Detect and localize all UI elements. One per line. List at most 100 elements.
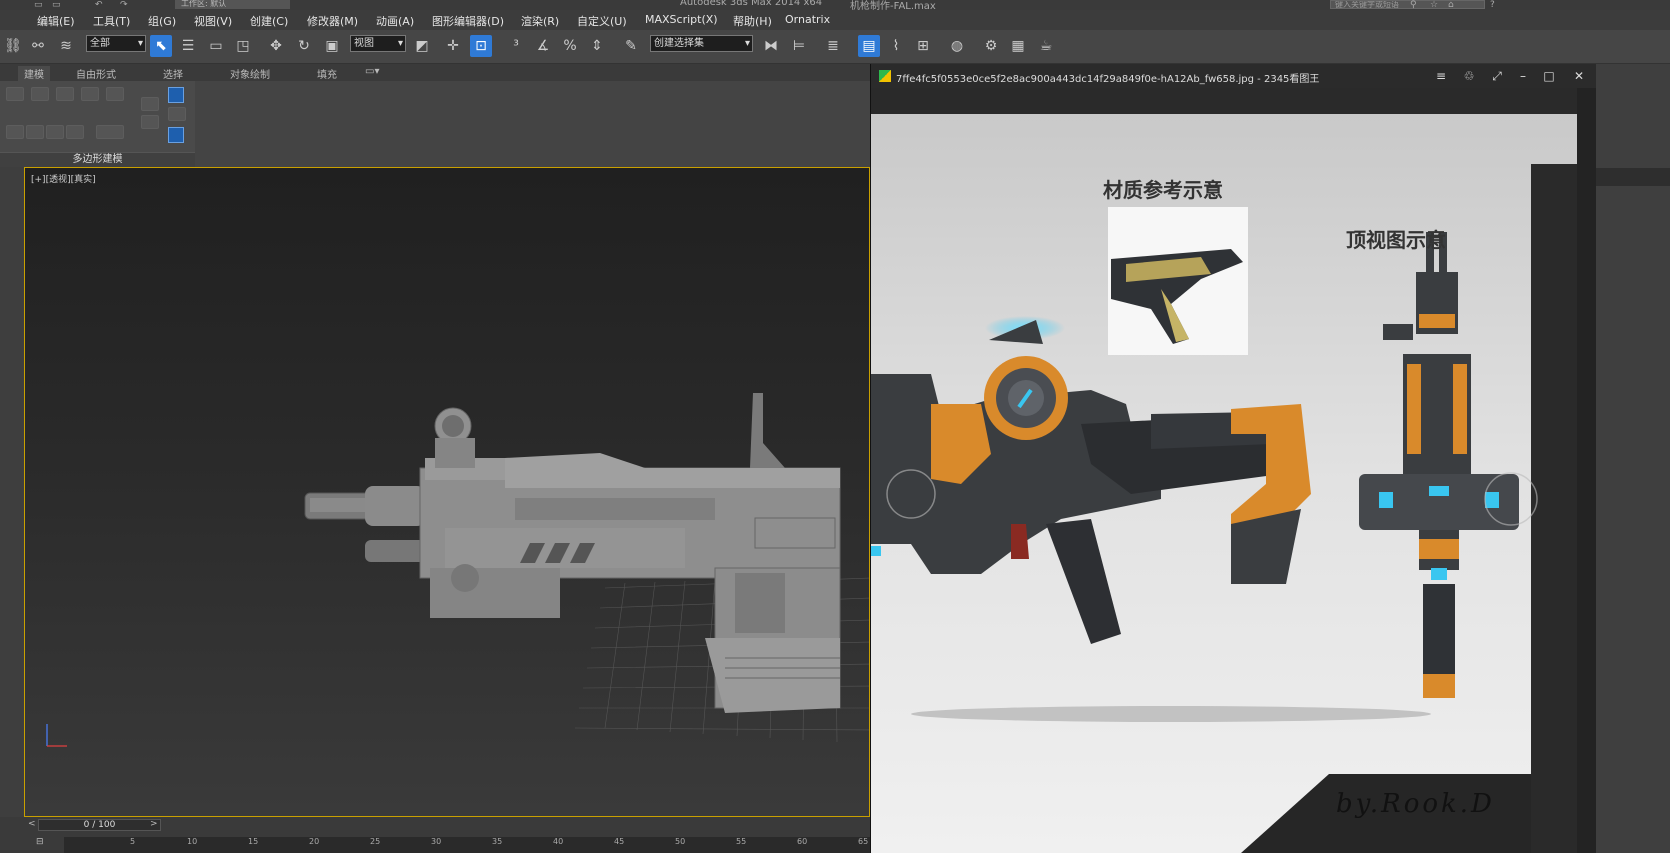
search-input[interactable]: 键入关键字或短语 bbox=[1330, 0, 1485, 9]
snap-3d-icon[interactable]: ³ bbox=[505, 35, 527, 57]
menu-customize[interactable]: 自定义(U) bbox=[577, 13, 627, 29]
tab-modeling[interactable]: 建模 bbox=[18, 66, 50, 81]
schematic-view-icon[interactable]: ⊞ bbox=[912, 35, 934, 57]
perspective-viewport[interactable]: [+][透视][真实] bbox=[24, 167, 870, 817]
move-icon[interactable]: ✥ bbox=[265, 35, 287, 57]
percent-snap-icon[interactable]: % bbox=[559, 35, 581, 57]
render-setup-icon[interactable]: ⚙ bbox=[980, 35, 1002, 57]
tick-label: 45 bbox=[614, 837, 625, 846]
menu-animation[interactable]: 动画(A) bbox=[376, 13, 414, 29]
scene-explorer-icon[interactable]: ▤ bbox=[858, 35, 880, 57]
menu-group[interactable]: 组(G) bbox=[148, 13, 176, 29]
ribbon-tool-5[interactable] bbox=[106, 87, 124, 101]
ribbon-blue-tool-2[interactable] bbox=[168, 127, 184, 143]
edit-named-selection-icon[interactable]: ✎ bbox=[620, 35, 642, 57]
viewer-right-bar bbox=[1577, 88, 1597, 853]
time-slider[interactable]: 0 / 100 bbox=[38, 819, 161, 831]
tab-freeform[interactable]: 自由形式 bbox=[76, 66, 116, 81]
rendered-frame-icon[interactable]: ▦ bbox=[1007, 35, 1029, 57]
close-icon[interactable]: ✕ bbox=[1571, 68, 1587, 84]
angle-snap-icon[interactable]: ∡ bbox=[532, 35, 554, 57]
tick-label: 35 bbox=[492, 837, 503, 846]
menu-icon[interactable]: ≡ bbox=[1433, 68, 1449, 84]
select-manipulate-icon[interactable]: ✛ bbox=[442, 35, 464, 57]
star-icon[interactable]: ☆ bbox=[1430, 0, 1438, 10]
ribbon-tool-3[interactable] bbox=[56, 87, 74, 101]
ribbon-options-icon[interactable]: ▭▾ bbox=[365, 66, 379, 77]
undo-icon[interactable]: ↶ bbox=[95, 0, 103, 10]
tab-populate[interactable]: 填充 bbox=[317, 66, 337, 81]
share-icon[interactable]: ⌂ bbox=[1448, 0, 1454, 10]
ribbon-blue-tool-1[interactable] bbox=[168, 87, 184, 103]
app-title: Autodesk 3ds Max 2014 x64 bbox=[680, 0, 823, 8]
rectangle-selection-icon[interactable]: ▭ bbox=[205, 35, 227, 57]
menu-maxscript[interactable]: MAXScript(X) bbox=[645, 13, 718, 26]
mirror-icon[interactable]: ⧓ bbox=[760, 35, 782, 57]
material-editor-icon[interactable]: ◍ bbox=[946, 35, 968, 57]
menu-modifiers[interactable]: 修改器(M) bbox=[307, 13, 358, 29]
help-icon[interactable]: ? bbox=[1490, 0, 1495, 10]
menu-bar: 编辑(E) 工具(T) 组(G) 视图(V) 创建(C) 修改器(M) 动画(A… bbox=[0, 10, 1670, 30]
key-filter-icon[interactable]: ⊟ bbox=[36, 837, 44, 847]
reference-image[interactable]: 材质参考示意 顶视图示意 by.Rook.D bbox=[871, 114, 1577, 853]
window-crossing-icon[interactable]: ◳ bbox=[232, 35, 254, 57]
menu-graph-editors[interactable]: 图形编辑器(D) bbox=[432, 13, 504, 29]
open-file-icon[interactable]: ▭ bbox=[52, 0, 61, 10]
maximize-icon[interactable]: □ bbox=[1541, 68, 1557, 84]
skin-icon[interactable]: ♲ bbox=[1461, 68, 1477, 84]
pivot-center-icon[interactable]: ◩ bbox=[411, 35, 433, 57]
left-side-strip bbox=[0, 167, 24, 817]
ribbon-tool-12[interactable] bbox=[141, 115, 159, 129]
render-teapot-icon[interactable]: ☕ bbox=[1035, 35, 1057, 57]
tick-label: 15 bbox=[248, 837, 259, 846]
tab-selection[interactable]: 选择 bbox=[163, 66, 183, 81]
keyboard-shortcut-icon[interactable]: ⊡ bbox=[470, 35, 492, 57]
tick-label: 5 bbox=[130, 837, 136, 846]
menu-views[interactable]: 视图(V) bbox=[194, 13, 232, 29]
ribbon-tool-11[interactable] bbox=[141, 97, 159, 111]
scale-icon[interactable]: ▣ bbox=[321, 35, 343, 57]
ribbon-tool-10[interactable] bbox=[96, 125, 124, 139]
ribbon-tool-1[interactable] bbox=[6, 87, 24, 101]
app-window: ▭ ▭ ↶ ↷ 工作区: 默认 Autodesk 3ds Max 2014 x6… bbox=[0, 0, 1670, 853]
bind-spacewarp-icon[interactable]: ≋ bbox=[55, 35, 77, 57]
ribbon-tool-2[interactable] bbox=[31, 87, 49, 101]
menu-tools[interactable]: 工具(T) bbox=[93, 13, 130, 29]
tab-object-paint[interactable]: 对象绘制 bbox=[230, 66, 270, 81]
binoculars-icon[interactable]: ⚲ bbox=[1410, 0, 1417, 10]
link-icon[interactable]: ⛓ bbox=[2, 35, 24, 57]
ribbon-tool-4[interactable] bbox=[81, 87, 99, 101]
tick-label: 60 bbox=[797, 837, 808, 846]
menu-create[interactable]: 创建(C) bbox=[250, 13, 288, 29]
minimize-icon[interactable]: – bbox=[1515, 68, 1531, 84]
select-by-name-icon[interactable]: ☰ bbox=[177, 35, 199, 57]
rotate-icon[interactable]: ↻ bbox=[293, 35, 315, 57]
layer-manager-icon[interactable]: ≣ bbox=[822, 35, 844, 57]
ribbon-tool-8[interactable] bbox=[46, 125, 64, 139]
ribbon-tool-9[interactable] bbox=[66, 125, 84, 139]
tick-label: 30 bbox=[431, 837, 442, 846]
prev-frame-icon[interactable]: < bbox=[28, 819, 36, 829]
spinner-snap-icon[interactable]: ⇕ bbox=[586, 35, 608, 57]
workspace-dropdown[interactable]: 工作区: 默认 bbox=[175, 0, 290, 9]
fullscreen-icon[interactable]: ⤢ bbox=[1489, 68, 1505, 84]
menu-help[interactable]: 帮助(H) bbox=[733, 13, 772, 29]
curve-editor-icon[interactable]: ⌇ bbox=[885, 35, 907, 57]
unlink-icon[interactable]: ⚯ bbox=[27, 35, 49, 57]
ribbon-group-label[interactable]: 多边形建模 bbox=[0, 152, 195, 167]
ribbon-tool-13[interactable] bbox=[168, 107, 186, 121]
track-bar[interactable]: 5 10 15 20 25 30 35 40 45 50 55 60 65 bbox=[64, 837, 870, 853]
reference-coord-dropdown[interactable]: 视图 bbox=[350, 35, 406, 52]
redo-icon[interactable]: ↷ bbox=[120, 0, 128, 10]
menu-ornatrix[interactable]: Ornatrix bbox=[785, 13, 830, 26]
ribbon-tool-7[interactable] bbox=[26, 125, 44, 139]
align-icon[interactable]: ⊨ bbox=[788, 35, 810, 57]
menu-rendering[interactable]: 渲染(R) bbox=[521, 13, 559, 29]
ribbon-tool-6[interactable] bbox=[6, 125, 24, 139]
named-selection-dropdown[interactable]: 创建选择集 bbox=[650, 35, 753, 52]
new-file-icon[interactable]: ▭ bbox=[34, 0, 43, 10]
selection-filter-dropdown[interactable]: 全部 bbox=[86, 35, 146, 52]
select-object-icon[interactable]: ⬉ bbox=[150, 35, 172, 57]
next-frame-icon[interactable]: > bbox=[150, 819, 158, 829]
menu-edit[interactable]: 编辑(E) bbox=[37, 13, 75, 29]
